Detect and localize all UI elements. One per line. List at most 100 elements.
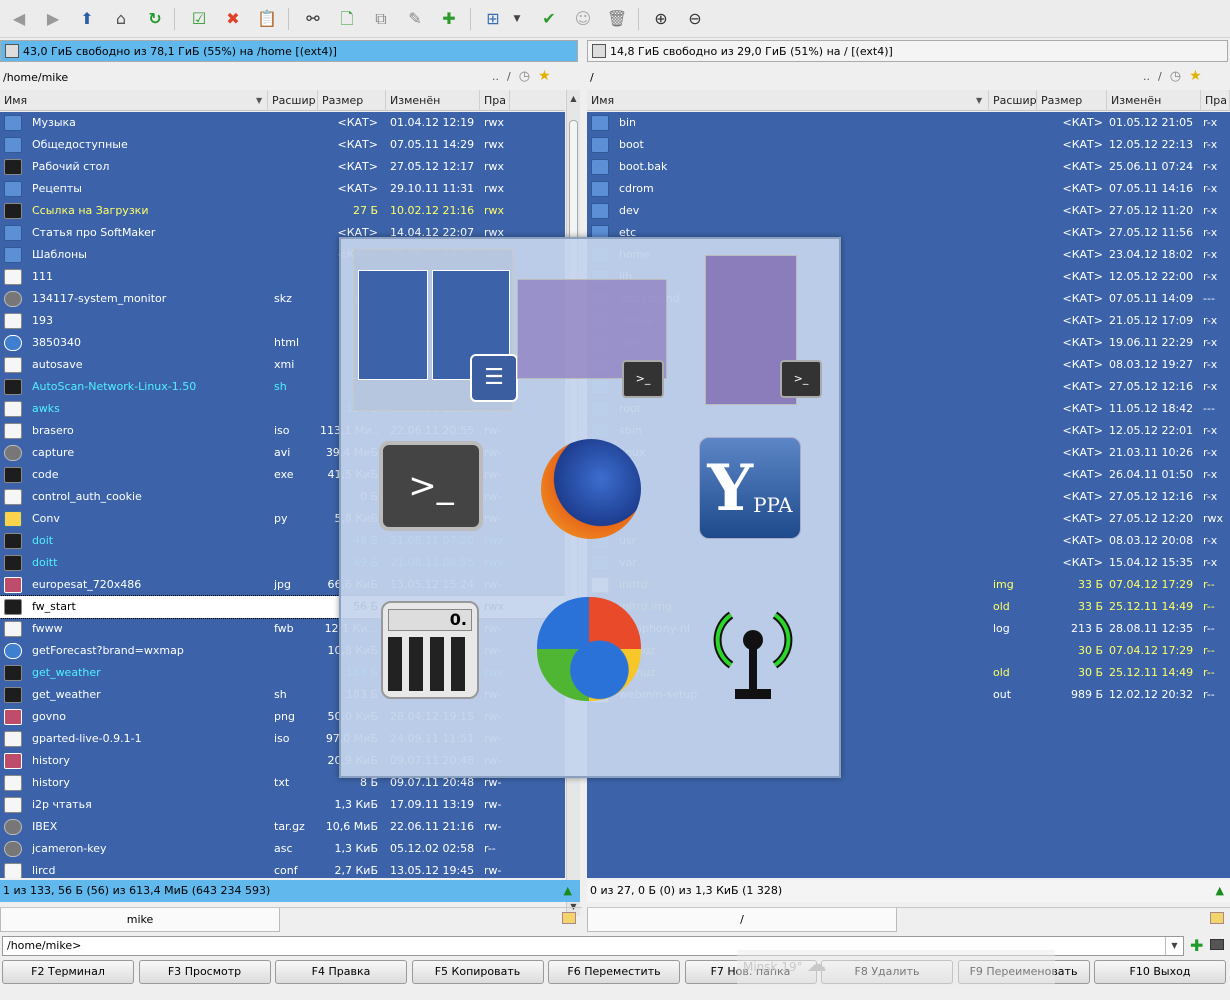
folder-icon xyxy=(591,137,609,153)
back-icon[interactable]: ◀ xyxy=(6,6,32,32)
file-attr: r-x xyxy=(1203,160,1218,173)
fkey-f2-button[interactable]: F2 Терминал xyxy=(2,960,134,984)
file-attr: rwx xyxy=(484,116,505,129)
file-date: 07.05.11 14:16 xyxy=(1109,182,1194,195)
fkey-f4-button[interactable]: F4 Правка xyxy=(275,960,407,984)
file-attr: r-x xyxy=(1203,116,1218,129)
dropdown-icon[interactable]: ▼ xyxy=(510,6,524,32)
file-ext: conf xyxy=(274,864,298,877)
new-tab-folder-icon[interactable] xyxy=(562,912,576,924)
new-file-icon[interactable]: 🗋 xyxy=(334,6,360,32)
copy-icon[interactable]: ⧉ xyxy=(368,6,394,32)
file-row[interactable]: boot <КАТ> 12.05.12 22:13 r-x xyxy=(587,134,1230,156)
col-name[interactable]: Имя xyxy=(587,90,989,111)
tab-mike[interactable]: mike xyxy=(0,908,280,932)
new-tab-folder-icon[interactable] xyxy=(1210,912,1224,924)
parent-dir-button[interactable]: .. xyxy=(1143,70,1150,83)
file-date: 12.02.12 20:32 xyxy=(1109,688,1194,701)
left-path[interactable]: /home/mike xyxy=(0,66,480,88)
user-icon[interactable]: ☺ xyxy=(570,6,596,32)
file-row[interactable]: i2p чтатья 1,3 КиБ 17.09.11 13:19 rw- xyxy=(0,794,565,816)
check-icon[interactable]: ✔ xyxy=(536,6,562,32)
command-history-dropdown-icon[interactable]: ▼ xyxy=(1165,937,1183,955)
scroll-up-icon[interactable]: ▲ xyxy=(567,92,580,106)
select-icon[interactable]: ☑ xyxy=(186,6,212,32)
file-date: 07.04.12 17:29 xyxy=(1109,578,1194,591)
calculator-app-icon[interactable]: 0. xyxy=(381,601,479,699)
term-file-icon xyxy=(4,533,22,549)
col-size[interactable]: Размер xyxy=(1037,90,1107,111)
history-icon[interactable]: ◷ xyxy=(1170,69,1181,84)
file-row[interactable]: jcameron-key asc 1,3 КиБ 05.12.02 02:58 r-- xyxy=(0,838,565,860)
parent-dir-button[interactable]: .. xyxy=(492,70,499,83)
binoculars-icon[interactable]: ⚯ xyxy=(300,6,326,32)
right-path[interactable]: / xyxy=(587,66,1127,88)
file-row[interactable]: boot.bak <КАТ> 25.06.11 07:24 r-x xyxy=(587,156,1230,178)
kde-app-icon[interactable] xyxy=(537,597,641,701)
favorites-star-icon[interactable]: ★ xyxy=(1189,68,1202,84)
fkey-f3-button[interactable]: F3 Просмотр xyxy=(138,960,271,984)
left-drive-info[interactable]: 43,0 ГиБ свободно из 78,1 ГиБ (55%) на /… xyxy=(0,40,578,62)
add-icon[interactable]: ✚ xyxy=(436,6,462,32)
file-size: <КАТ> xyxy=(1062,204,1104,217)
file-date: 25.06.11 07:24 xyxy=(1109,160,1194,173)
window-preview-terminal-1[interactable]: >_ xyxy=(517,279,667,398)
col-attr[interactable]: Пра xyxy=(1201,90,1230,111)
file-date: 10.02.12 21:16 xyxy=(390,204,475,217)
status-arrow-icon[interactable]: ▲ xyxy=(1216,880,1224,902)
col-attr[interactable]: Пра xyxy=(480,90,510,111)
zoom-in-icon[interactable]: ⊕ xyxy=(648,6,674,32)
file-ext: log xyxy=(993,622,1010,635)
file-row[interactable]: Музыка <КАТ> 01.04.12 12:19 rwx xyxy=(0,112,565,134)
tab-root[interactable]: / xyxy=(587,908,897,932)
file-row[interactable]: bin <КАТ> 01.05.12 21:05 r-x xyxy=(587,112,1230,134)
history-icon[interactable]: ◷ xyxy=(519,69,530,84)
zoom-out-icon[interactable]: ⊖ xyxy=(682,6,708,32)
file-ext: iso xyxy=(274,732,290,745)
window-preview-terminal-2[interactable]: >_ xyxy=(705,255,822,405)
forward-icon[interactable]: ▶ xyxy=(40,6,66,32)
col-name[interactable]: Имя xyxy=(0,90,268,111)
col-date[interactable]: Изменён xyxy=(386,90,480,111)
file-row[interactable]: lircd conf 2,7 КиБ 13.05.12 19:45 rw- xyxy=(0,860,565,878)
wireless-app-icon[interactable] xyxy=(701,595,805,705)
col-ext[interactable]: Расшир xyxy=(268,90,318,111)
network-icon[interactable]: ⊞ xyxy=(480,6,506,32)
window-preview-filemanager[interactable]: ☰ xyxy=(353,249,518,411)
file-row[interactable]: Ссылка на Загрузки 27 Б 10.02.12 21:16 rwx xyxy=(0,200,565,222)
col-ext[interactable]: Расшир xyxy=(989,90,1037,111)
yppa-app-icon[interactable]: Y PPA xyxy=(699,437,801,539)
edit-icon[interactable]: ✎ xyxy=(402,6,428,32)
fkey-f5-button[interactable]: F5 Копировать xyxy=(411,960,544,984)
root-dir-button[interactable]: / xyxy=(507,70,511,83)
firefox-app-icon[interactable] xyxy=(541,439,641,539)
file-date: 27.05.12 11:56 xyxy=(1109,226,1194,239)
add-icon[interactable]: ✚ xyxy=(1190,936,1203,955)
home-icon[interactable]: ⌂ xyxy=(108,6,134,32)
file-row[interactable]: IBEX tar.gz 10,6 МиБ 22.06.11 21:16 rw- xyxy=(0,816,565,838)
up-icon[interactable]: ⬆ xyxy=(74,6,100,32)
fkey-f10-button[interactable]: F10 Выход xyxy=(1094,960,1226,984)
file-row[interactable]: Общедоступные <КАТ> 07.05.11 14:29 rwx xyxy=(0,134,565,156)
file-ext: iso xyxy=(274,424,290,437)
col-size[interactable]: Размер xyxy=(318,90,386,111)
unselect-icon[interactable]: ✖ xyxy=(220,6,246,32)
root-dir-button[interactable]: / xyxy=(1158,70,1162,83)
trash-icon[interactable]: 🗑 xyxy=(604,6,630,32)
file-ext: sh xyxy=(274,688,287,701)
file-row[interactable]: dev <КАТ> 27.05.12 11:20 r-x xyxy=(587,200,1230,222)
col-date[interactable]: Изменён xyxy=(1107,90,1201,111)
status-arrow-icon[interactable]: ▲ xyxy=(564,880,572,902)
file-row[interactable]: Рецепты <КАТ> 29.10.11 11:31 rwx xyxy=(0,178,565,200)
file-row[interactable]: cdrom <КАТ> 07.05.11 14:16 r-x xyxy=(587,178,1230,200)
terminal-app-icon[interactable]: >_ xyxy=(379,441,483,531)
refresh-icon[interactable]: ↻ xyxy=(142,6,168,32)
terminal-icon[interactable] xyxy=(1210,939,1224,950)
fkey-f6-button[interactable]: F6 Переместить xyxy=(548,960,680,984)
file-attr: rw- xyxy=(484,820,502,833)
left-status-text: 1 из 133, 56 Б (56) из 613,4 МиБ (643 23… xyxy=(3,884,271,897)
file-row[interactable]: Рабочий стол <КАТ> 27.05.12 12:17 rwx xyxy=(0,156,565,178)
clipboard-icon[interactable]: 📋 xyxy=(254,6,280,32)
right-drive-info[interactable]: 14,8 ГиБ свободно из 29,0 ГиБ (51%) на /… xyxy=(587,40,1228,62)
favorites-star-icon[interactable]: ★ xyxy=(538,68,551,84)
